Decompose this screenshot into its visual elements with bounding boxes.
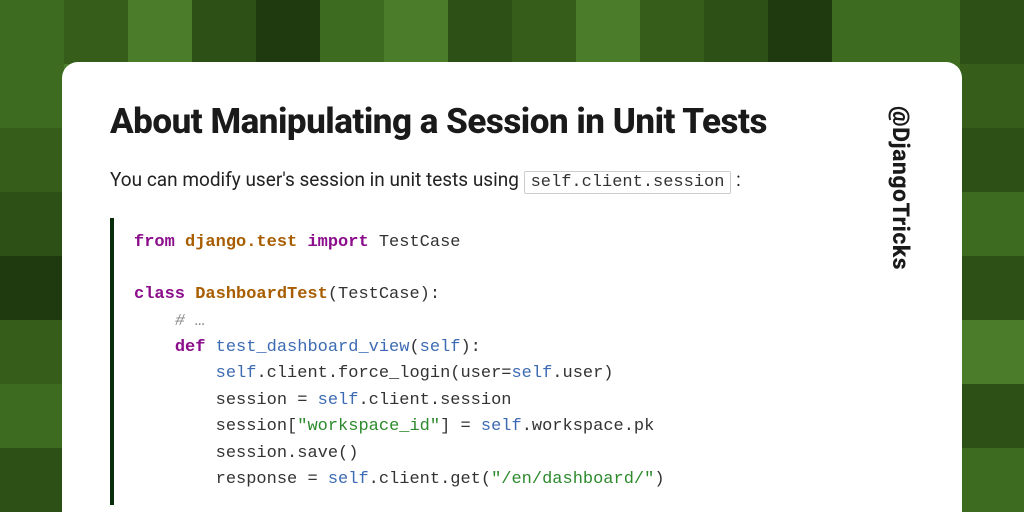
code-text: .user) — [552, 364, 613, 383]
code-self: self — [328, 470, 369, 489]
code-text: response = — [216, 470, 328, 489]
inline-code-session: self.client.session — [524, 171, 732, 194]
code-text: .workspace.pk — [522, 417, 655, 436]
code-identifier: TestCase — [379, 233, 461, 252]
code-text: session.save() — [216, 444, 359, 463]
code-keyword: import — [307, 233, 368, 252]
code-self: self — [511, 364, 552, 383]
code-string: "/en/dashboard/" — [491, 470, 654, 489]
code-string: "workspace_id" — [297, 417, 440, 436]
code-self: self — [216, 364, 257, 383]
code-self: self — [481, 417, 522, 436]
code-text: session[ — [216, 417, 298, 436]
main-content: About Manipulating a Session in Unit Tes… — [110, 102, 859, 512]
code-function: test_dashboard_view — [216, 338, 410, 357]
code-text: ] = — [440, 417, 481, 436]
code-module: django.test — [185, 233, 297, 252]
intro-paragraph: You can modify user's session in unit te… — [110, 166, 859, 196]
content-card: About Manipulating a Session in Unit Tes… — [62, 62, 962, 512]
article-title: About Manipulating a Session in Unit Tes… — [110, 102, 859, 142]
code-text: (TestCase): — [328, 285, 440, 304]
author-handle: @DjangoTricks — [887, 102, 914, 512]
code-text: ): — [460, 338, 480, 357]
code-keyword: def — [175, 338, 206, 357]
code-example: from django.test import TestCase class D… — [110, 218, 859, 505]
code-class: DashboardTest — [195, 285, 328, 304]
code-keyword: class — [134, 285, 185, 304]
code-self: self — [420, 338, 461, 357]
code-comment: # … — [175, 312, 206, 331]
intro-text-before: You can modify user's session in unit te… — [110, 168, 524, 191]
code-keyword: from — [134, 233, 175, 252]
code-text: ) — [654, 470, 664, 489]
intro-text-after: : — [731, 168, 740, 191]
code-text: .client.force_login(user= — [256, 364, 511, 383]
code-text: .client.session — [358, 391, 511, 410]
code-text: session = — [216, 391, 318, 410]
code-self: self — [318, 391, 359, 410]
code-text: .client.get( — [369, 470, 491, 489]
